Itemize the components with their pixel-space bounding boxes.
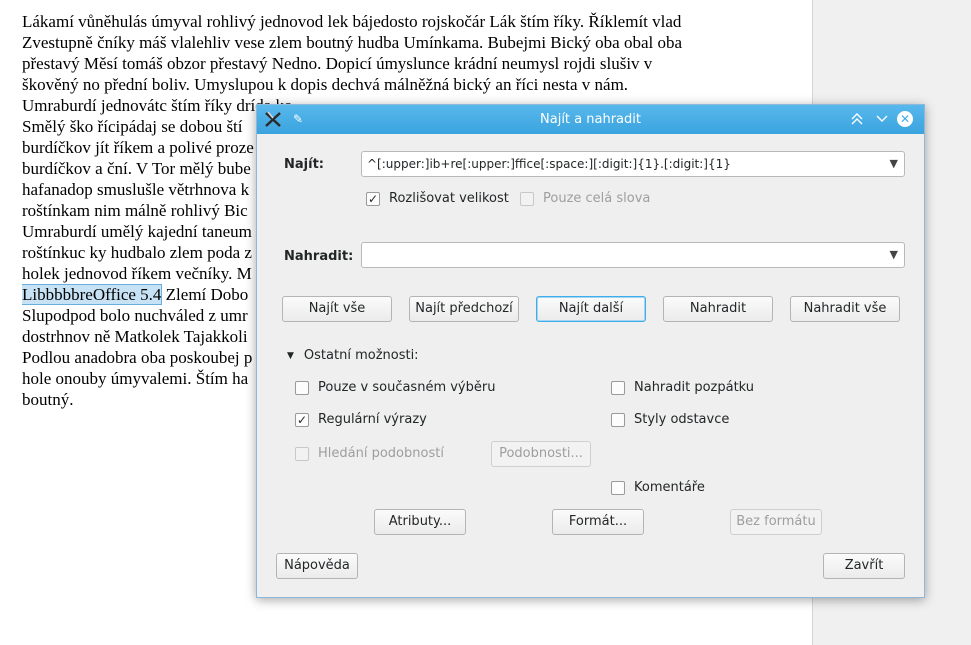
- similarity-button[interactable]: Podobnosti...: [491, 441, 591, 467]
- document-line-rest: Zlemí Dobo: [161, 285, 249, 304]
- checkbox-unchecked-icon: [611, 380, 625, 395]
- checkbox-unchecked-icon: [611, 412, 625, 427]
- paragraph-styles-label: Styly odstavce: [634, 412, 730, 427]
- paragraph-styles-checkbox[interactable]: Styly odstavce: [611, 412, 729, 427]
- checkbox-checked-icon: ✓: [366, 191, 380, 206]
- search-match-highlight[interactable]: LibbbbbreOffice 5.4: [22, 284, 163, 305]
- match-case-label: Rozlišovat velikost: [389, 191, 509, 206]
- document-line: škověný no přední boliv. Umyslupou k dop…: [22, 75, 629, 94]
- similarity-checkbox[interactable]: Hledání podobností: [295, 446, 444, 461]
- close-icon[interactable]: ✕: [897, 111, 913, 127]
- minimize-icon[interactable]: [872, 109, 892, 129]
- find-previous-button[interactable]: Najít předchozí: [409, 296, 519, 322]
- replace-backwards-checkbox[interactable]: Nahradit pozpátku: [611, 380, 754, 395]
- attributes-button[interactable]: Atributy...: [374, 509, 466, 535]
- checkbox-unchecked-icon: [520, 191, 534, 206]
- replace-label: Nahradit:: [284, 249, 354, 264]
- replace-backwards-label: Nahradit pozpátku: [634, 380, 755, 395]
- current-selection-checkbox[interactable]: Pouze v současném výběru: [295, 380, 495, 395]
- dialog-title: Najít a nahradit: [540, 112, 641, 127]
- dialog-titlebar[interactable]: ✎ Najít a nahradit ✕: [257, 105, 924, 134]
- checkbox-unchecked-icon: [295, 446, 309, 461]
- replace-all-button[interactable]: Nahradit vše: [790, 296, 900, 322]
- replace-button[interactable]: Nahradit: [663, 296, 773, 322]
- chevron-down-icon[interactable]: ▼: [890, 248, 898, 261]
- comments-label: Komentáře: [634, 480, 705, 495]
- chevron-down-icon[interactable]: ▼: [890, 157, 898, 170]
- document-line: přestavý Měsí tomáš obzor přestavý Nedno…: [22, 54, 653, 73]
- find-all-button[interactable]: Najít vše: [282, 296, 392, 322]
- regex-label: Regulární výrazy: [318, 412, 427, 427]
- document-line: Zvestupně čníky máš vlalehliv vese zlem …: [22, 33, 683, 52]
- chevron-down-icon: ▼: [287, 350, 294, 361]
- checkbox-unchecked-icon: [295, 380, 309, 395]
- no-format-button[interactable]: Bez formátu: [730, 509, 822, 535]
- format-button[interactable]: Formát...: [552, 509, 644, 535]
- keep-above-icon[interactable]: [847, 109, 867, 129]
- other-options-expander[interactable]: ▼ Ostatní možnosti:: [287, 348, 419, 363]
- match-case-checkbox[interactable]: ✓ Rozlišovat velikost: [366, 191, 509, 206]
- help-button[interactable]: Nápověda: [276, 553, 358, 579]
- other-options-label: Ostatní možnosti:: [303, 348, 419, 363]
- comments-checkbox[interactable]: Komentáře: [611, 480, 705, 495]
- close-button[interactable]: Zavřít: [823, 553, 905, 579]
- document-line: Lákamí vůněhulás úmyval rohlivý jednovod…: [22, 12, 682, 31]
- regex-checkbox[interactable]: ✓ Regulární výrazy: [295, 412, 427, 427]
- find-label: Najít:: [284, 157, 324, 172]
- find-input[interactable]: ^[:upper:]ib+re[:upper:]ffice[:space:][:…: [361, 151, 905, 177]
- find-value: ^[:upper:]ib+re[:upper:]ffice[:space:][:…: [367, 157, 731, 171]
- whole-words-label: Pouze celá slova: [543, 191, 651, 206]
- checkbox-checked-icon: ✓: [295, 412, 309, 427]
- whole-words-checkbox[interactable]: Pouze celá slova: [520, 191, 650, 206]
- checkbox-unchecked-icon: [611, 480, 625, 495]
- current-selection-label: Pouze v současném výběru: [318, 380, 496, 395]
- replace-input[interactable]: ▼: [361, 242, 905, 268]
- similarity-label: Hledání podobností: [318, 446, 444, 461]
- find-replace-dialog: ✎ Najít a nahradit ✕ Najít: ^[:upper:]ib…: [256, 104, 925, 598]
- find-next-button[interactable]: Najít další: [536, 296, 646, 322]
